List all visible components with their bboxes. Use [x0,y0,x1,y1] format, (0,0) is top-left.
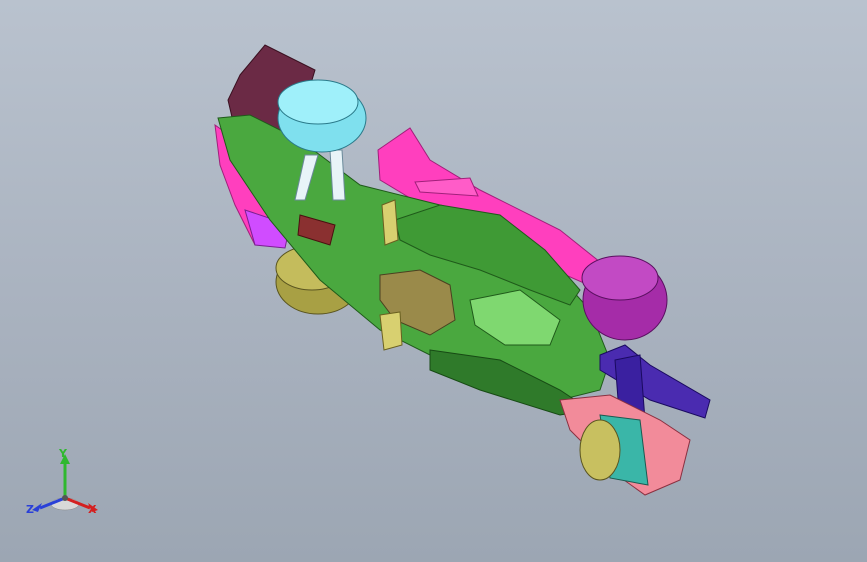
triad-x-label: X [88,503,97,516]
3d-viewport[interactable]: Y Z X [0,0,867,562]
yellow-bracket-lower[interactable] [379,311,403,351]
triad-y-label: Y [59,447,67,460]
car-3d-model[interactable] [0,0,867,562]
support-struts-2[interactable] [329,149,346,201]
yellow-bracket-upper[interactable] [381,199,399,246]
yellow-rear-tire[interactable] [579,419,621,481]
cyan-cylinder-top[interactable] [277,79,359,125]
triad-icon [32,454,98,512]
axis-triad: Y Z X [22,446,112,530]
rear-tire-face[interactable] [581,255,659,301]
triad-z-label: Z [26,503,34,516]
